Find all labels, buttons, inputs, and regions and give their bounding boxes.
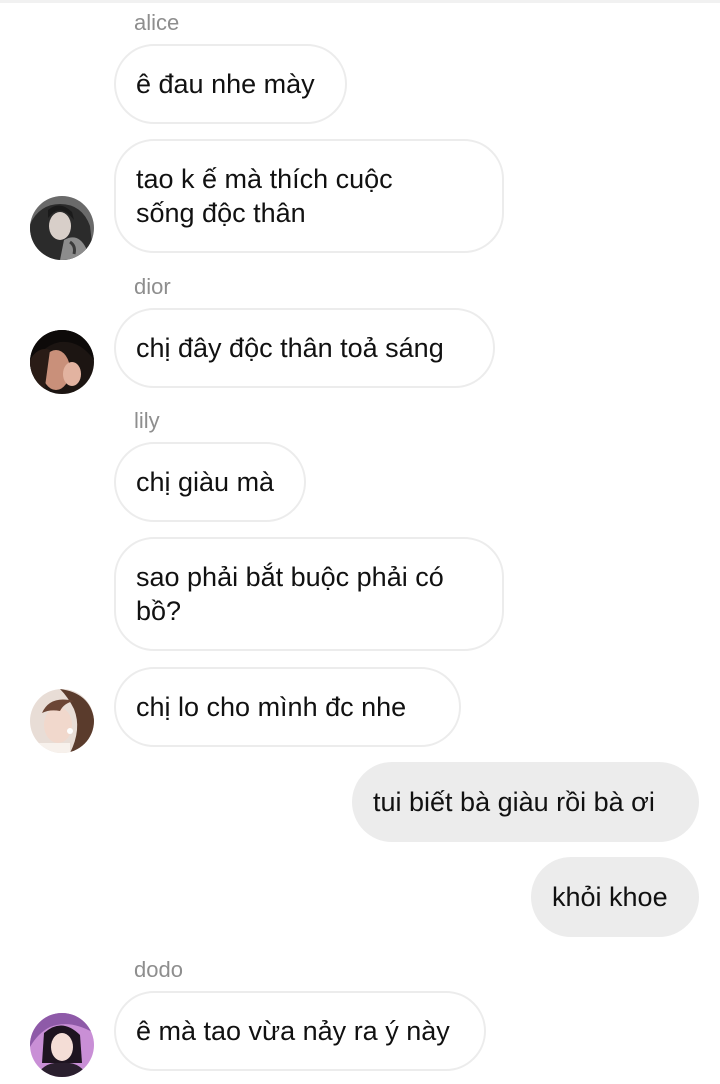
avatar-alice-icon[interactable] [30,196,94,260]
sender-name-lily: lily [134,408,160,433]
sender-name-dodo: dodo [134,957,183,982]
sender-name-dior: dior [134,274,171,299]
avatar-dior-icon[interactable] [30,330,94,394]
message-bubble[interactable]: chị lo cho mình đc nhe [114,667,461,747]
sender-name-alice: alice [134,10,180,35]
message-bubble[interactable]: ê đau nhe mày [114,44,347,124]
message-bubble[interactable]: ê mà tao vừa nảy ra ý này [114,991,486,1071]
message-bubble-outgoing[interactable]: tui biết bà giàu rồi bà ơi [352,762,699,842]
avatar-dodo-icon[interactable] [30,1013,94,1077]
avatar-lily-icon[interactable] [30,689,94,753]
message-bubble[interactable]: sao phải bắt buộc phải có bồ? [114,537,504,651]
message-bubble[interactable]: tao k ế mà thích cuộc sống độc thân [114,139,504,253]
message-bubble[interactable]: chị đây độc thân toả sáng [114,308,495,388]
message-bubble[interactable]: chị giàu mà [114,442,306,522]
top-divider [0,0,720,3]
message-bubble-outgoing[interactable]: khỏi khoe [531,857,699,937]
